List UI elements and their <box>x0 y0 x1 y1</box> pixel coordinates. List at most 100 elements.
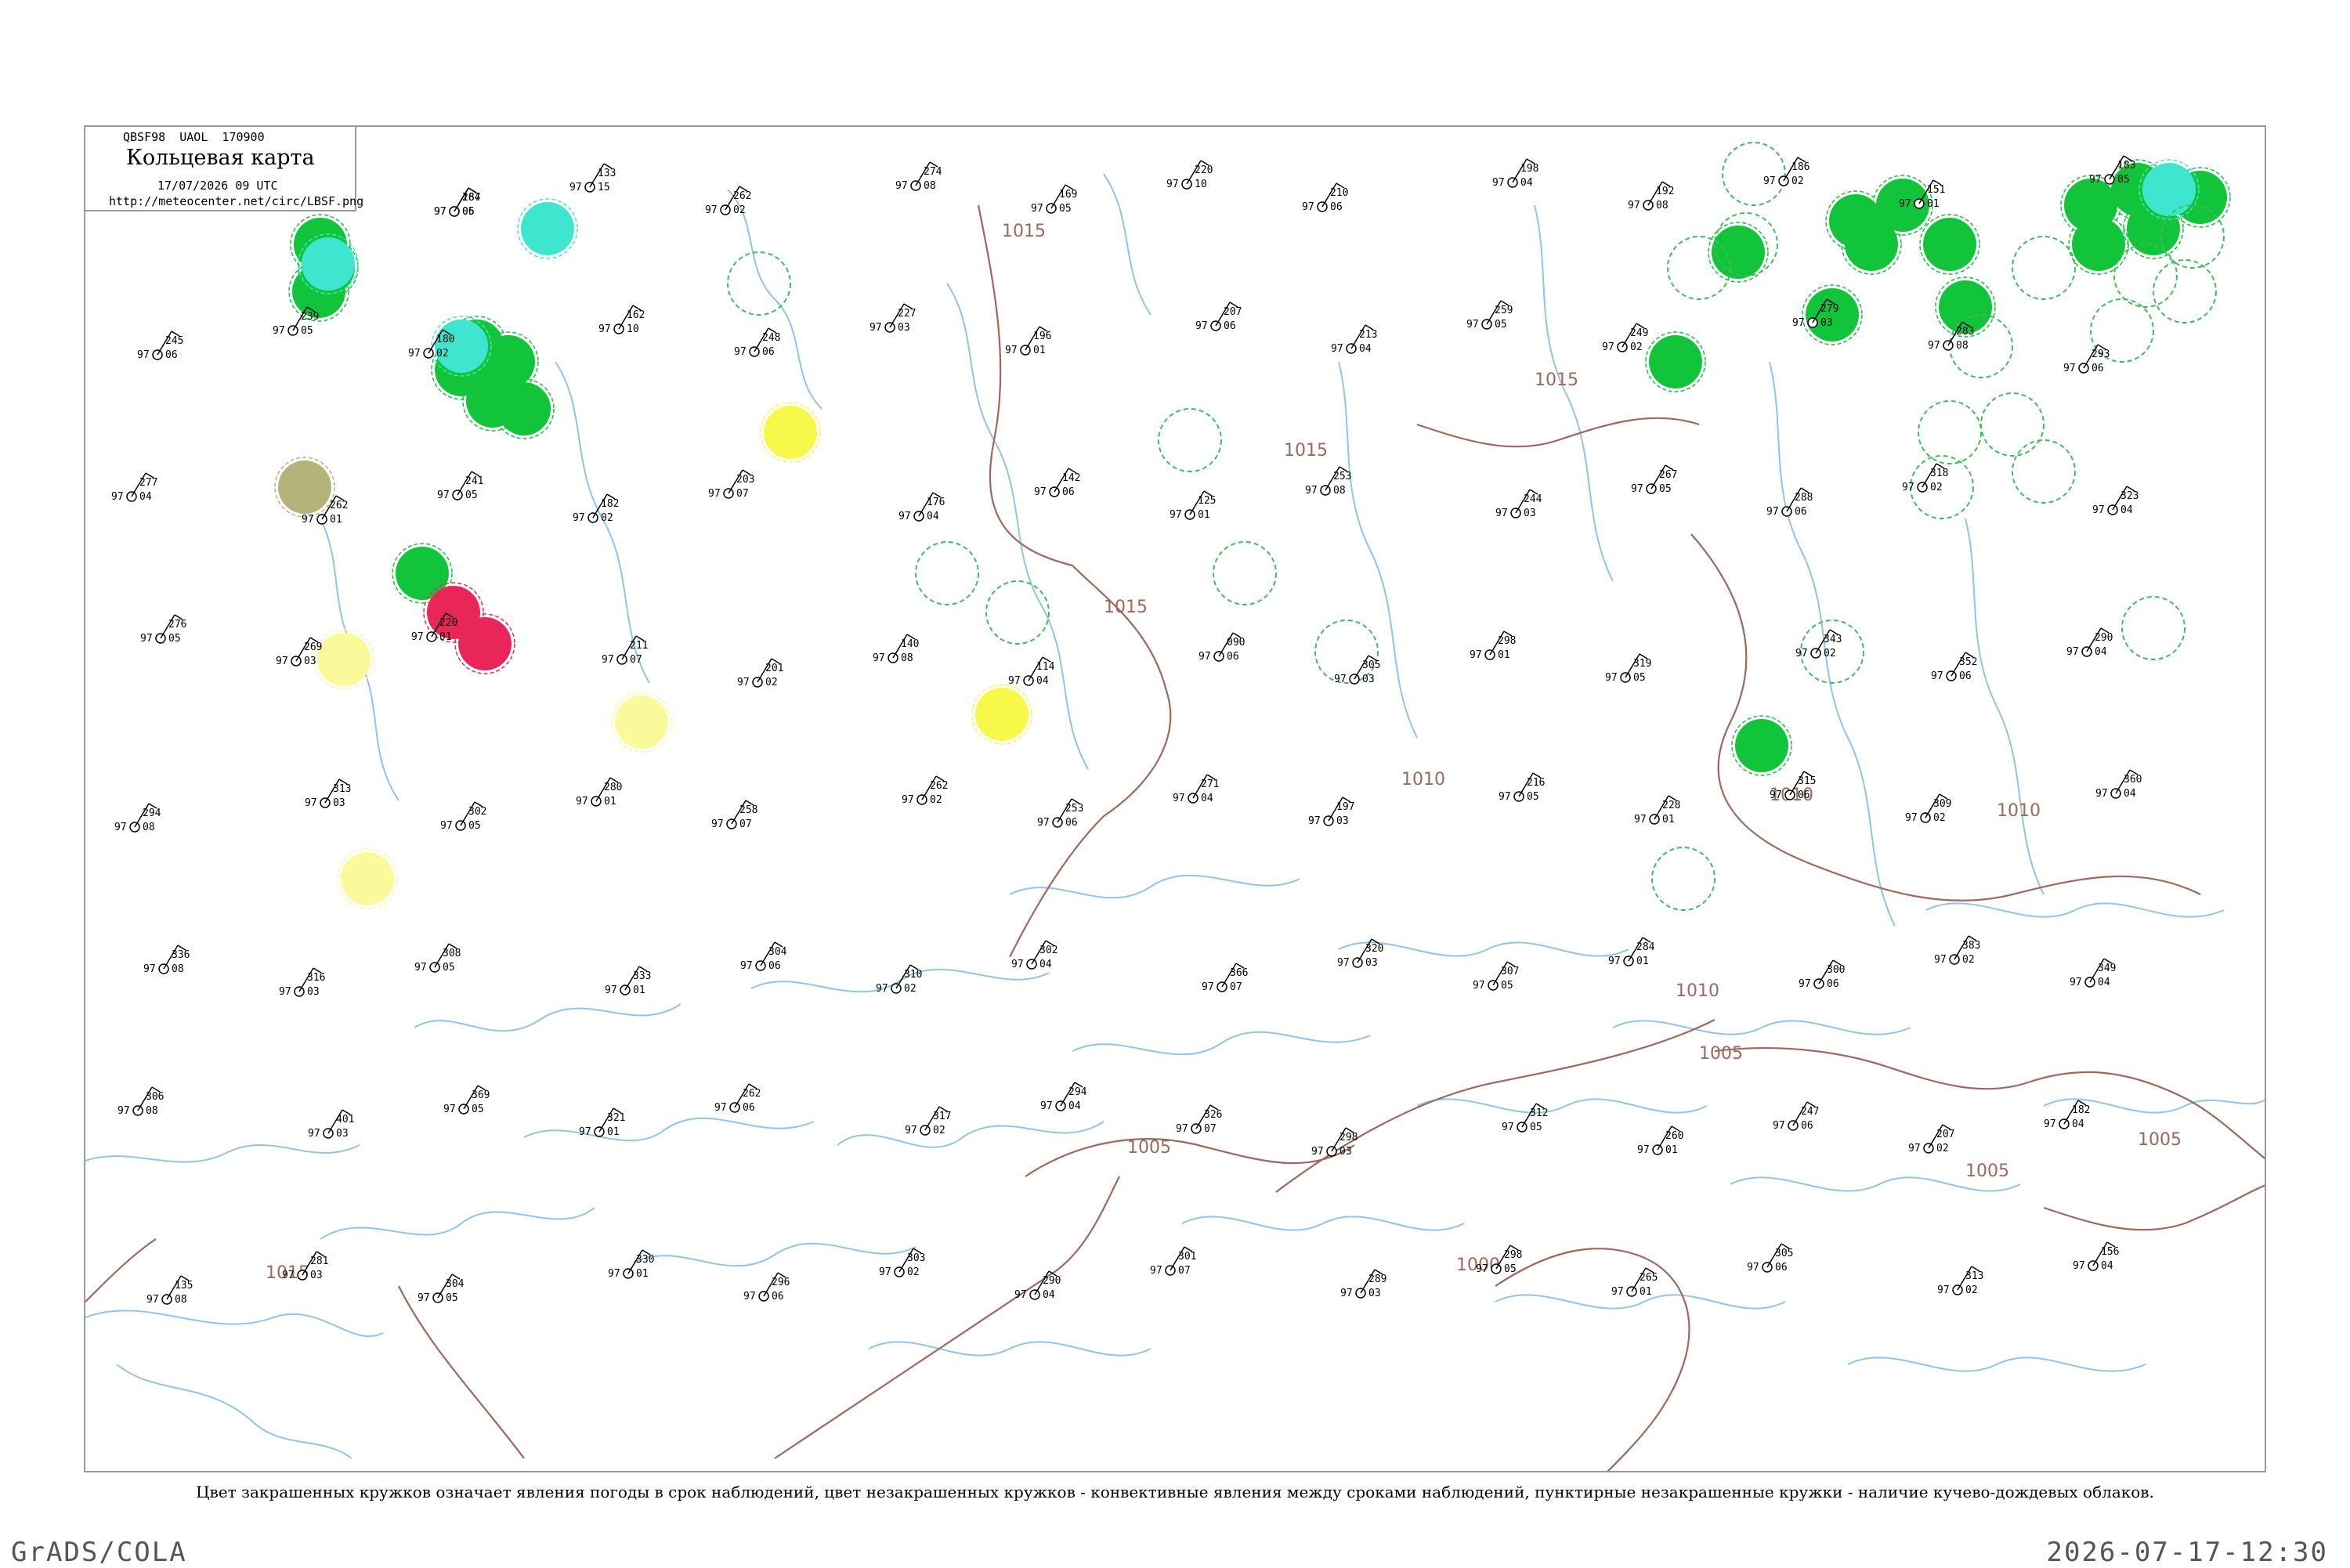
station-temperature: 97 <box>1170 509 1182 521</box>
station-plot: 247 97 06 <box>1773 1101 1819 1132</box>
station-temperature: 97 <box>1908 1143 1921 1154</box>
station-tendency: 06 <box>1798 789 1810 801</box>
station-pressure: 245 <box>165 335 183 347</box>
station-plot: 302 97 04 <box>1011 940 1058 970</box>
cb-weather-symbol <box>1213 541 1277 605</box>
station-plot: 258 97 07 <box>711 800 757 830</box>
station-temperature: 97 <box>1473 980 1485 992</box>
station-tendency: 05 <box>472 1104 484 1115</box>
station-plot: 114 97 04 <box>1008 656 1055 687</box>
station-temperature: 97 <box>1305 485 1318 497</box>
station-tendency: 02 <box>1936 1143 1949 1154</box>
station-temperature: 97 <box>1492 177 1505 189</box>
station-temperature: 97 <box>1308 815 1321 827</box>
station-temperature: 97 <box>711 818 724 830</box>
station-plot: 184 97 05 <box>434 187 481 218</box>
station-tendency: 05 <box>168 633 181 645</box>
station-pressure: 369 <box>472 1089 490 1101</box>
station-temperature: 97 <box>1334 674 1347 685</box>
station-tendency: 04 <box>1036 675 1049 687</box>
station-plot: 220 97 10 <box>1166 160 1213 190</box>
station-pressure: 125 <box>1198 495 1216 507</box>
station-tendency: 01 <box>1198 509 1210 521</box>
station-plot: 142 97 06 <box>1034 468 1080 498</box>
station-plot: 401 97 03 <box>308 1109 354 1140</box>
station-temperature: 97 <box>1628 200 1640 211</box>
station-temperature: 97 <box>114 822 127 833</box>
station-plot: 169 97 05 <box>1031 184 1077 215</box>
station-tendency: 08 <box>1956 340 1969 352</box>
rain-weather-symbol <box>1841 214 1902 275</box>
thunder-weather-symbol <box>454 613 515 674</box>
station-tendency: 07 <box>1204 1123 1217 1135</box>
station-tendency: 03 <box>336 1128 349 1140</box>
station-pressure: 303 <box>907 1252 925 1264</box>
station-temperature: 97 <box>1937 1284 1950 1296</box>
station-pressure: 318 <box>1930 468 1948 479</box>
station-temperature: 97 <box>1198 651 1211 663</box>
station-plot: 249 97 02 <box>1602 323 1648 353</box>
station-plot: 248 97 06 <box>734 327 780 358</box>
station-temperature: 97 <box>2063 363 2076 374</box>
station-plot: 306 97 08 <box>118 1086 164 1117</box>
station-pressure: 401 <box>336 1114 354 1125</box>
station-temperature: 97 <box>411 631 424 643</box>
cb-weather-symbol <box>1651 847 1716 911</box>
station-plot: 176 97 04 <box>898 492 945 522</box>
station-temperature: 97 <box>1634 814 1647 826</box>
station-pressure: 288 <box>1795 492 1813 504</box>
station-plot: 135 97 08 <box>146 1275 193 1306</box>
station-pressure: 366 <box>1230 967 1248 979</box>
station-tendency: 01 <box>1636 956 1649 967</box>
isobars-layer: 1015101510151015101010101010101010051005… <box>85 204 2265 1471</box>
station-pressure: 260 <box>1665 1130 1683 1142</box>
station-temperature: 97 <box>1631 483 1643 495</box>
station-tendency: 04 <box>1039 959 1052 970</box>
station-tendency: 04 <box>2098 977 2110 988</box>
station-tendency: 08 <box>901 652 913 664</box>
station-tendency: 01 <box>1640 1286 1652 1298</box>
station-plot: 186 97 02 <box>1763 157 1810 187</box>
station-tendency: 02 <box>1824 648 1836 659</box>
map-datetime: 17/07/2026 09 UTC <box>157 179 278 193</box>
station-temperature: 97 <box>443 1104 456 1115</box>
station-pressure: 313 <box>1965 1270 1983 1282</box>
station-plot: 259 97 05 <box>1466 300 1513 331</box>
station-temperature: 97 <box>608 1268 620 1280</box>
station-tendency: 06 <box>165 349 178 361</box>
station-plot: 305 97 06 <box>1747 1243 1793 1274</box>
isobar-label: 1005 <box>2138 1130 2182 1150</box>
station-pressure: 309 <box>1933 798 1951 810</box>
station-plot: 323 97 04 <box>2092 486 2138 516</box>
source-url[interactable]: http://meteocenter.net/circ/LBSF.png <box>109 194 363 208</box>
station-tendency: 05 <box>468 820 481 832</box>
station-tendency: 07 <box>1178 1265 1191 1277</box>
station-tendency: 01 <box>1033 345 1046 356</box>
station-plot: 253 97 08 <box>1305 466 1351 497</box>
station-temperature: 97 <box>1899 198 1911 210</box>
station-temperature: 97 <box>282 1270 295 1281</box>
station-plot: 301 97 07 <box>1150 1246 1196 1277</box>
station-tendency: 04 <box>2072 1118 2084 1130</box>
station-plot: 294 97 08 <box>114 803 161 833</box>
station-pressure: 220 <box>1195 164 1213 176</box>
station-plot: 304 97 06 <box>740 941 787 972</box>
station-temperature: 97 <box>434 206 446 218</box>
station-pressure: 321 <box>607 1112 625 1124</box>
station-tendency: 06 <box>1330 201 1343 213</box>
station-temperature: 97 <box>1770 789 1782 801</box>
rain-weather-symbol <box>1731 715 1792 776</box>
station-tendency: 06 <box>772 1291 784 1302</box>
station-pressure: 186 <box>1791 161 1810 173</box>
station-plot: 312 97 05 <box>1502 1103 1548 1133</box>
station-temperature: 97 <box>2095 788 2108 800</box>
station-pressure: 227 <box>898 308 916 320</box>
station-tendency: 07 <box>1230 981 1242 993</box>
station-plot: 336 97 08 <box>143 945 190 975</box>
station-pressure: 267 <box>1659 469 1677 481</box>
station-pressure: 312 <box>1530 1107 1548 1119</box>
station-tendency: 02 <box>1965 1284 1978 1296</box>
station-tendency: 06 <box>1065 817 1078 829</box>
station-pressure: 336 <box>172 949 190 961</box>
cb-weather-symbol <box>1980 392 2044 457</box>
